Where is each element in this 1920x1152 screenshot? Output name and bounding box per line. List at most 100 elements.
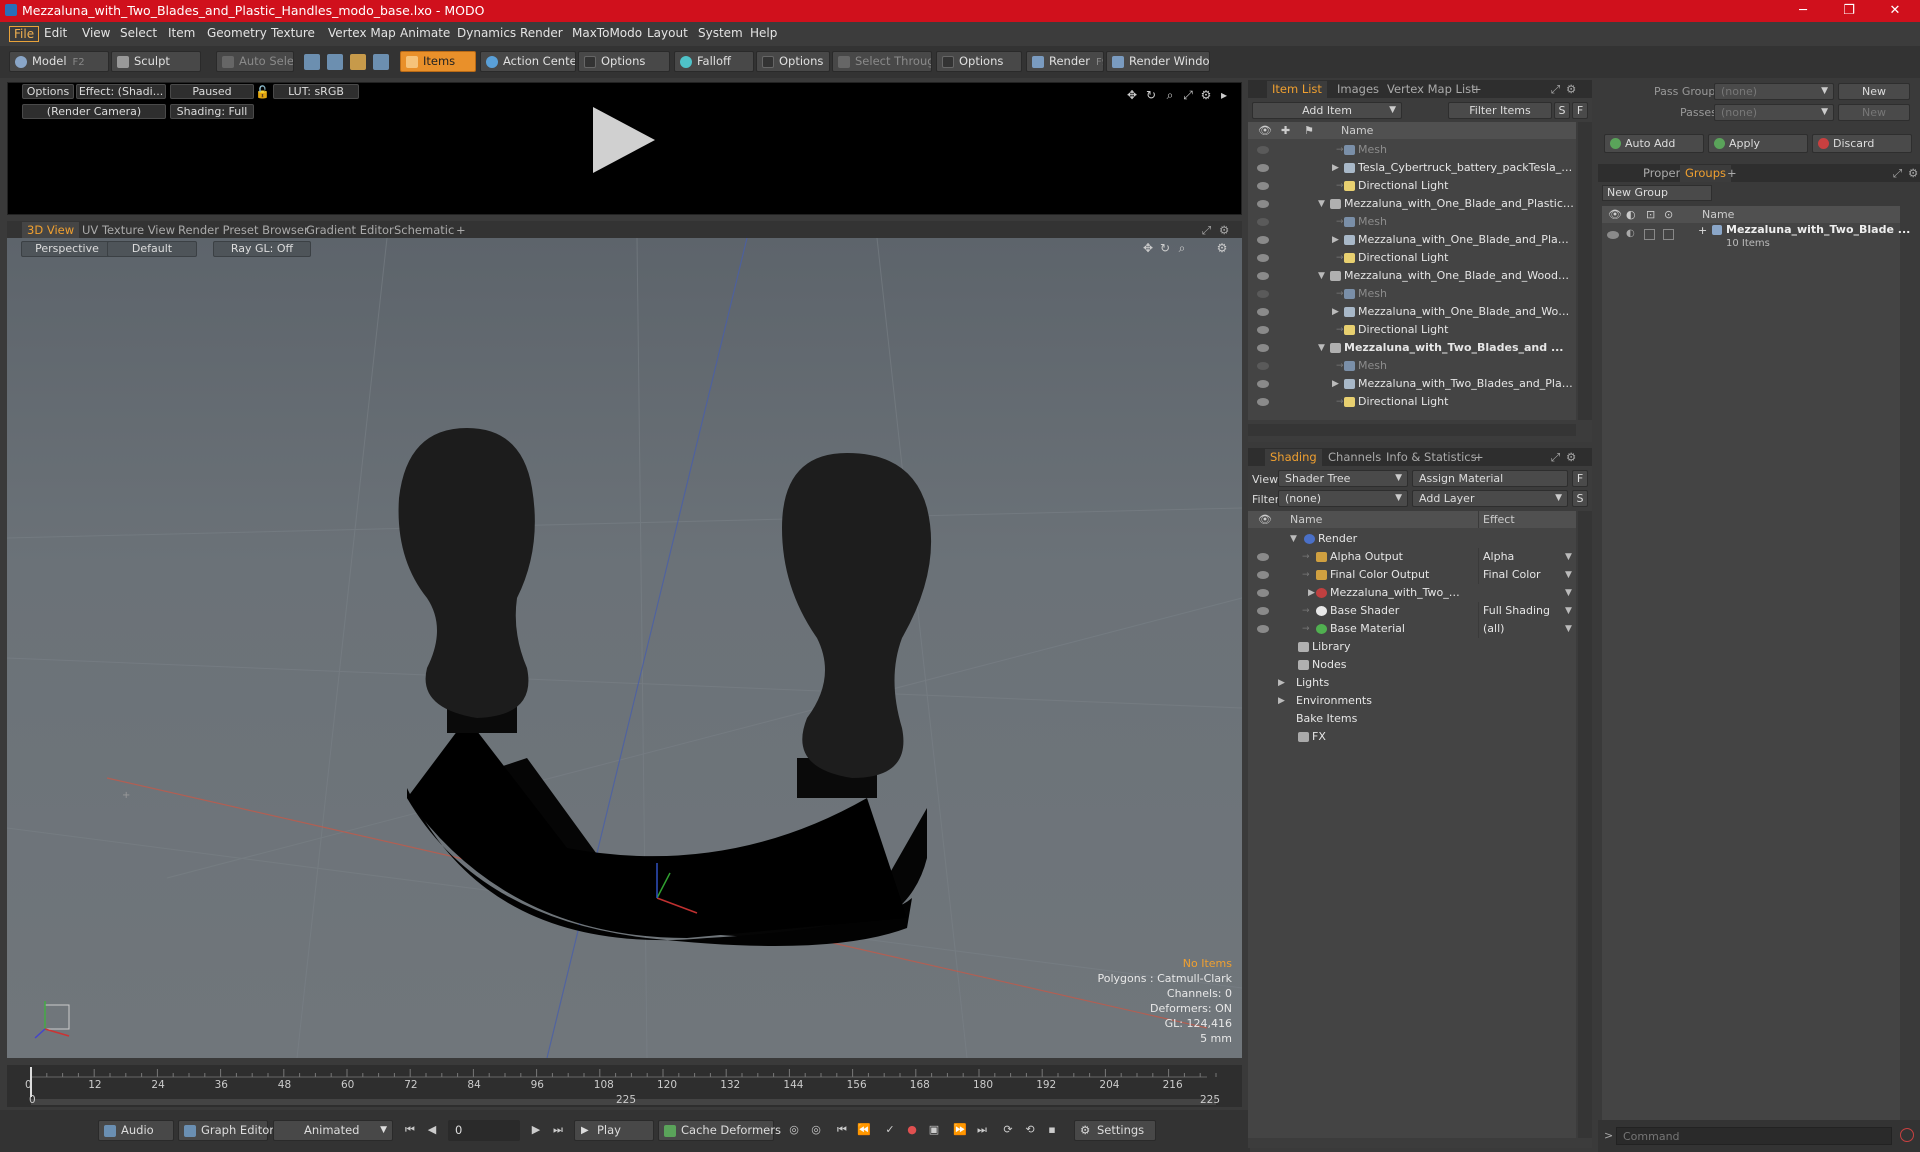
expand-icon[interactable]: ⤢ (1182, 89, 1194, 101)
chevron-down-icon[interactable]: ▼ (1565, 566, 1572, 584)
eye-icon[interactable] (1607, 231, 1619, 239)
menu-texture[interactable]: Texture (267, 26, 319, 42)
eye-icon[interactable] (1257, 344, 1269, 352)
polygons-mode-icon[interactable] (350, 54, 366, 70)
play-icon[interactable] (593, 107, 655, 173)
play-button[interactable]: ▶ Play (574, 1120, 654, 1141)
menu-geometry[interactable]: Geometry (203, 26, 271, 42)
edges-mode-icon[interactable] (327, 54, 343, 70)
shader-tree-row[interactable]: → Base Shader Full Shading ▼ (1248, 602, 1576, 620)
tab-3d-view[interactable]: 3D View (22, 222, 80, 238)
menu-file[interactable]: File (9, 26, 40, 42)
menu-vertex-map[interactable]: Vertex Map (324, 26, 400, 42)
auto-key-icon[interactable]: ✓ (882, 1122, 898, 1138)
menu-system[interactable]: System (694, 26, 747, 42)
action-center-button[interactable]: Action Center (480, 51, 576, 72)
loop-icon[interactable]: ⟳ (1000, 1122, 1016, 1138)
gear-icon[interactable]: ⚙ (1214, 222, 1234, 238)
eye-icon[interactable] (1257, 182, 1269, 190)
tab-gradient-editor[interactable]: Gradient Editor (301, 222, 399, 238)
item-list-row[interactable]: → Directional Light (1248, 393, 1576, 411)
tab-render-preset-browser[interactable]: Render Preset Browser (173, 222, 314, 238)
animated-dropdown[interactable]: Animated ▼ (273, 1120, 393, 1141)
eye-icon[interactable] (1257, 589, 1269, 597)
eye-icon[interactable] (1257, 380, 1269, 388)
gear-icon[interactable]: ⚙ (1561, 81, 1581, 98)
select-through-options-button[interactable]: Options (936, 51, 1022, 72)
chevron-right-icon[interactable]: ▶ (1332, 231, 1339, 249)
item-list-row[interactable]: ▶ Mezzaluna_with_Two_Blades_and_Pla ... (1248, 375, 1576, 393)
select-toggle-icon[interactable] (1663, 229, 1674, 240)
chevron-right-icon[interactable]: ▶ (1278, 674, 1285, 692)
record-icon[interactable]: ● (904, 1122, 920, 1138)
rotate-icon[interactable]: ↻ (1159, 242, 1171, 254)
gear-icon[interactable]: ⚙ (1200, 89, 1212, 101)
items-mode-button[interactable]: Items (400, 51, 476, 72)
key-filter-icon[interactable]: ▣ (926, 1122, 942, 1138)
loop-range-icon[interactable]: ⟲ (1022, 1122, 1038, 1138)
chevron-right-icon[interactable]: ▶ (1332, 159, 1339, 177)
zoom-icon[interactable]: ⌕ (1164, 89, 1176, 101)
item-list-row[interactable]: → Mesh (1248, 357, 1576, 375)
zoom-icon[interactable]: ⌕ (1176, 242, 1188, 254)
menu-item[interactable]: Item (164, 26, 199, 42)
filter-dropdown[interactable]: (none) ▼ (1278, 490, 1408, 507)
tab-uv-texture-view[interactable]: UV Texture View (77, 222, 180, 238)
item-list-row[interactable]: ▶ Mezzaluna_with_One_Blade_and_Plas ... (1248, 231, 1576, 249)
eye-icon[interactable] (1257, 362, 1269, 370)
item-list-row[interactable]: → Mesh (1248, 141, 1576, 159)
chevron-down-icon[interactable]: ▼ (1565, 602, 1572, 620)
assign-material-button[interactable]: Assign Material (1412, 470, 1568, 487)
preview-options-button[interactable]: Options (22, 84, 74, 99)
chevron-down-icon[interactable]: ▼ (1565, 584, 1572, 602)
filter-f-button[interactable]: F (1572, 102, 1588, 119)
default-dropdown[interactable]: Default (107, 241, 197, 257)
preview-camera-dropdown[interactable]: (Render Camera) (22, 104, 166, 119)
preview-effect-dropdown[interactable]: Effect: (Shadi... (76, 84, 166, 99)
auto-select-button[interactable]: Auto Select (216, 51, 294, 72)
move-icon[interactable]: ✥ (1142, 242, 1154, 254)
chevron-down-icon[interactable]: ▼ (1565, 548, 1572, 566)
tab-item-list[interactable]: Item List (1267, 81, 1327, 98)
gear-icon[interactable]: ⚙ (1561, 449, 1581, 466)
new-pass-group-button[interactable]: New (1838, 83, 1910, 100)
arrow-right-icon[interactable]: ▸ (1218, 89, 1230, 101)
render-window-button[interactable]: Render Window (1106, 51, 1210, 72)
tab-info-statistics[interactable]: Info & Statistics (1381, 449, 1482, 466)
maximize-button[interactable]: ❐ (1826, 0, 1872, 22)
frame-input[interactable]: 0 (448, 1120, 520, 1141)
eye-icon[interactable] (1257, 146, 1269, 154)
tab-shading[interactable]: Shading (1265, 449, 1322, 466)
chevron-right-icon[interactable]: ▶ (1308, 584, 1315, 602)
step-forward-icon[interactable]: ▶ (528, 1122, 544, 1138)
menu-help[interactable]: Help (746, 26, 781, 42)
timeline[interactable]: 0 12 24 36 48 60 72 84 96 108 120 132 144 156 168 180 19… (7, 1065, 1242, 1107)
shader-tree-row[interactable]: Bake Items (1248, 710, 1576, 728)
cache-deformers-button[interactable]: Cache Deformers (658, 1120, 781, 1141)
menu-layout[interactable]: Layout (643, 26, 692, 42)
shader-tree-row[interactable]: ▶ Mezzaluna_with_Two_Blad ... ▼ (1248, 584, 1576, 602)
close-button[interactable]: ✕ (1872, 0, 1918, 22)
select-through-button[interactable]: Select Through (832, 51, 932, 72)
expand-icon[interactable]: + (1698, 224, 1707, 237)
command-input[interactable] (1616, 1127, 1892, 1145)
shader-tree-row[interactable]: → Final Color Output Final Color ▼ (1248, 566, 1576, 584)
view-dropdown[interactable]: Shader Tree ▼ (1278, 470, 1408, 487)
shader-tree-row[interactable]: → Base Material (all) ▼ (1248, 620, 1576, 638)
playhead[interactable] (30, 1067, 32, 1097)
item-list-hscrollbar[interactable] (1248, 424, 1576, 436)
render-toggle-icon[interactable]: ◐ (1626, 228, 1635, 239)
extra-icon[interactable]: ▪ (1044, 1122, 1060, 1138)
preview-shading-dropdown[interactable]: Shading: Full (170, 104, 254, 119)
shader-tree-row[interactable]: Nodes (1248, 656, 1576, 674)
eye-icon[interactable] (1257, 164, 1269, 172)
item-list-row[interactable]: → Directional Light (1248, 321, 1576, 339)
skip-start-icon[interactable]: ⏮ (402, 1122, 418, 1138)
prev-key-icon-2[interactable]: ⏪ (856, 1122, 872, 1138)
chevron-down-icon[interactable]: ▼ (1565, 620, 1572, 638)
gear-icon[interactable]: ⚙ (1903, 165, 1920, 182)
new-pass-button[interactable]: New (1838, 104, 1910, 121)
add-tab-button[interactable]: + (1469, 449, 1489, 466)
add-item-dropdown[interactable]: Add Item ▼ (1252, 102, 1402, 119)
gear-icon[interactable]: ⚙ (1216, 242, 1228, 254)
